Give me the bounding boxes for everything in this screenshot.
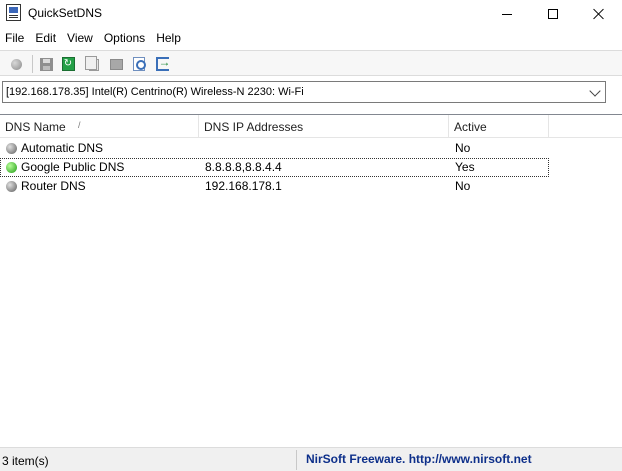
chevron-down-icon xyxy=(589,85,601,97)
row-active: Yes xyxy=(455,160,475,174)
toolbar-separator xyxy=(32,55,33,73)
minimize-icon xyxy=(502,13,512,15)
menu-file[interactable]: File xyxy=(0,29,30,49)
item-count: 3 item(s) xyxy=(2,454,49,468)
maximize-icon xyxy=(548,9,558,19)
table-row[interactable]: Automatic DNS No xyxy=(0,139,549,158)
table-row[interactable]: Router DNS 192.168.178.1 No xyxy=(0,177,549,196)
sort-indicator-icon: / xyxy=(78,120,81,130)
row-dns-ip: 192.168.178.1 xyxy=(205,179,282,193)
close-button[interactable] xyxy=(576,0,622,28)
nirsoft-link[interactable]: NirSoft Freeware. http://www.nirsoft.net xyxy=(306,452,532,466)
menu-view[interactable]: View xyxy=(62,29,99,49)
toolbar-exit-button[interactable] xyxy=(152,54,172,74)
maximize-button[interactable] xyxy=(530,0,576,28)
row-active: No xyxy=(455,179,471,193)
menu-help[interactable]: Help xyxy=(151,29,187,49)
status-dot-icon xyxy=(6,181,17,192)
window-title: QuickSetDNS xyxy=(28,6,103,20)
status-dot-icon xyxy=(6,143,17,154)
adapter-dropdown[interactable]: [192.168.178.35] Intel(R) Centrino(R) Wi… xyxy=(2,81,606,103)
toolbar-find-button[interactable] xyxy=(129,54,149,74)
column-header-dns-name[interactable]: DNS Name / xyxy=(0,115,199,138)
list-header: DNS Name / DNS IP Addresses Active xyxy=(0,115,622,138)
minimize-button[interactable] xyxy=(484,0,530,28)
exit-icon xyxy=(155,55,171,71)
toolbar-disc-button[interactable] xyxy=(6,54,26,74)
status-divider xyxy=(296,450,297,470)
row-dns-name: Router DNS xyxy=(21,179,86,193)
row-dns-ip: 8.8.8.8,8.8.4.4 xyxy=(205,160,282,174)
column-label-dns-name: DNS Name xyxy=(5,120,66,134)
menu-edit[interactable]: Edit xyxy=(30,29,62,49)
save-icon xyxy=(39,57,53,71)
adapter-value: [192.168.178.35] Intel(R) Centrino(R) Wi… xyxy=(6,86,304,98)
row-active: No xyxy=(455,141,471,155)
table-row-selected[interactable]: Google Public DNS 8.8.8.8,8.8.4.4 Yes xyxy=(0,158,549,177)
toolbar-save-button[interactable] xyxy=(36,54,56,74)
close-icon xyxy=(593,8,605,20)
column-header-dns-ip[interactable]: DNS IP Addresses xyxy=(199,115,449,138)
copy-icon xyxy=(85,56,99,71)
refresh-icon: ↻ xyxy=(61,57,75,71)
app-icon xyxy=(6,4,21,21)
toolbar-copy-button[interactable] xyxy=(82,54,102,74)
export-icon xyxy=(109,58,123,70)
toolbar: ↻ xyxy=(0,50,622,76)
status-dot-icon xyxy=(6,162,17,173)
toolbar-refresh-button[interactable]: ↻ xyxy=(58,54,78,74)
find-icon xyxy=(133,57,146,71)
menu-options[interactable]: Options xyxy=(99,29,151,49)
row-dns-name: Automatic DNS xyxy=(21,141,104,155)
dns-list[interactable]: DNS Name / DNS IP Addresses Active Autom… xyxy=(0,114,622,445)
row-dns-name: Google Public DNS xyxy=(21,160,125,174)
disc-icon xyxy=(10,58,22,70)
status-bar: 3 item(s) NirSoft Freeware. http://www.n… xyxy=(0,447,622,471)
title-bar: QuickSetDNS xyxy=(0,0,622,28)
toolbar-export-button[interactable] xyxy=(106,54,126,74)
column-header-active[interactable]: Active xyxy=(449,115,549,138)
menu-bar: File Edit View Options Help xyxy=(0,29,622,49)
